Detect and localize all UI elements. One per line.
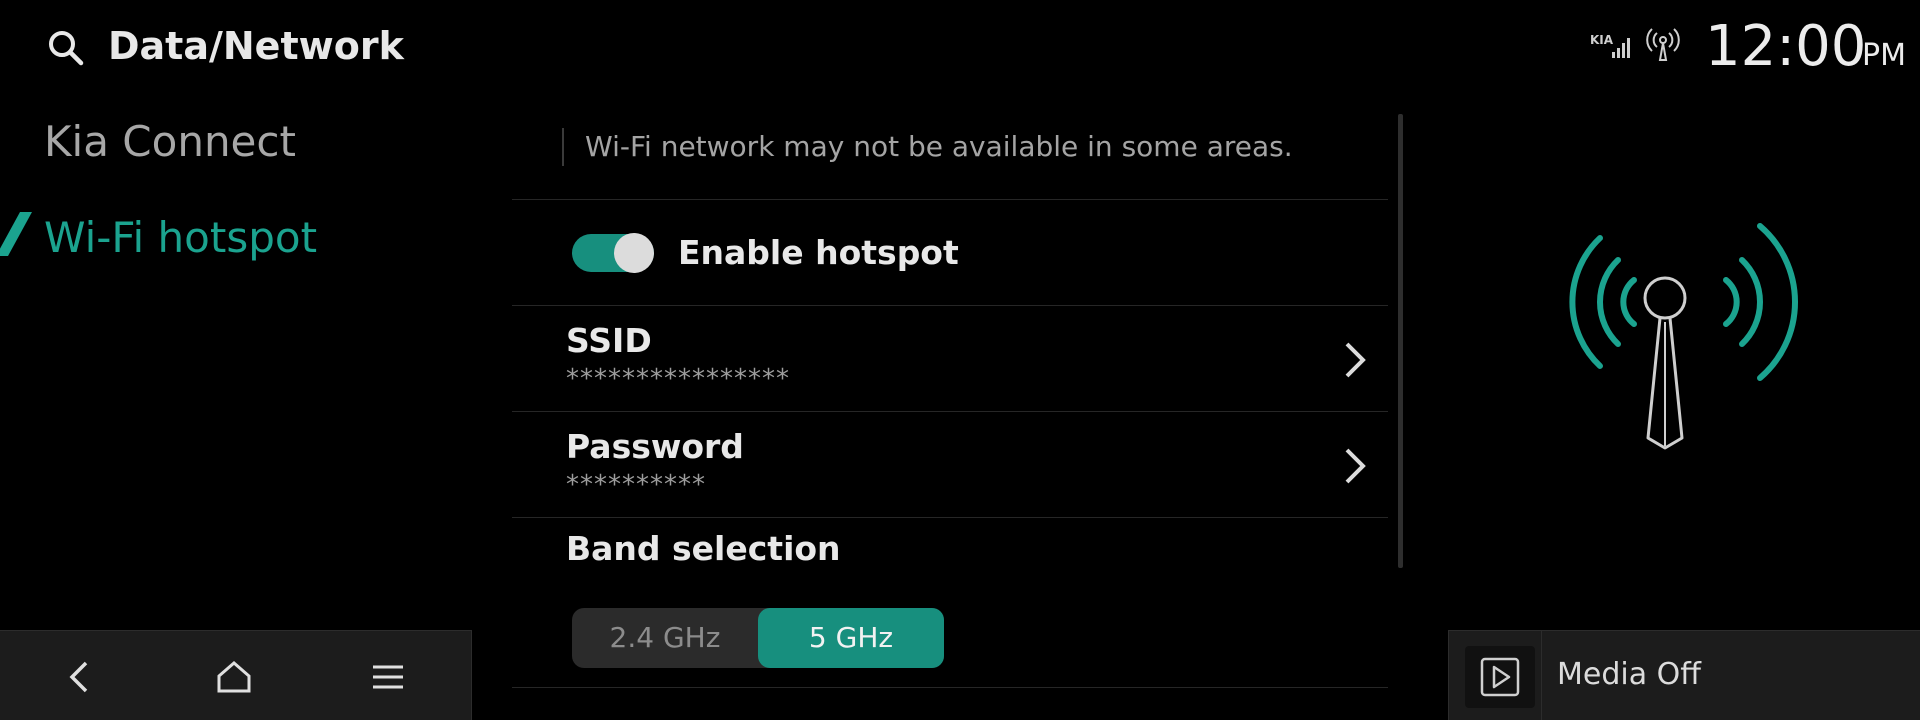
divider — [512, 199, 1388, 200]
kia-signal-icon: KIA — [1590, 33, 1630, 58]
media-widget[interactable]: Media Off — [1448, 630, 1920, 720]
hotspot-antenna-icon — [1569, 223, 1798, 450]
sidebar-item-kia-connect[interactable]: Kia Connect — [44, 116, 296, 168]
password-value: ********** — [566, 470, 706, 500]
back-icon — [69, 661, 88, 693]
band-option-5ghz[interactable]: 5 GHz — [758, 608, 944, 668]
band-selection-label: Band selection — [566, 529, 841, 568]
play-icon — [1480, 657, 1520, 697]
svg-text:KIA: KIA — [1590, 33, 1614, 47]
ssid-label: SSID — [566, 321, 652, 360]
hotspot-broadcast-icon — [1646, 28, 1680, 61]
clock-time: 12:00 — [1705, 14, 1867, 79]
password-label: Password — [566, 427, 744, 466]
page-title: Data/Network — [108, 24, 404, 68]
media-separator — [1541, 631, 1542, 720]
ssid-value: **************** — [566, 364, 790, 394]
divider — [512, 687, 1388, 688]
hotspot-toggle-label: Enable hotspot — [678, 233, 959, 272]
media-play-button[interactable] — [1465, 646, 1535, 708]
band-selector: 2.4 GHz 5 GHz — [572, 608, 944, 668]
selected-indicator — [0, 212, 32, 256]
band-option-2-4ghz[interactable]: 2.4 GHz — [572, 608, 758, 668]
back-button[interactable] — [56, 653, 104, 701]
clock-ampm: PM — [1862, 38, 1906, 73]
search-icon[interactable] — [46, 28, 86, 68]
media-status: Media Off — [1557, 657, 1701, 692]
password-row[interactable]: Password ********** — [512, 412, 1388, 517]
bottom-nav — [0, 630, 472, 720]
home-button[interactable] — [210, 653, 258, 701]
divider — [512, 517, 1388, 518]
menu-icon — [373, 665, 403, 689]
notice-marker — [562, 128, 564, 166]
chevron-right-icon — [1345, 342, 1366, 378]
chevron-right-icon — [1345, 448, 1366, 484]
home-icon — [217, 661, 251, 693]
ssid-row[interactable]: SSID **************** — [512, 306, 1388, 411]
notice-text: Wi-Fi network may not be available in so… — [585, 130, 1293, 163]
scrollbar[interactable] — [1398, 114, 1403, 568]
menu-button[interactable] — [364, 653, 412, 701]
sidebar-item-wifi-hotspot[interactable]: Wi-Fi hotspot — [44, 212, 317, 264]
status-icons: KIA — [1590, 28, 1684, 62]
hotspot-toggle[interactable] — [572, 233, 654, 273]
toggle-knob — [614, 233, 654, 273]
settings-list: Wi-Fi network may not be available in so… — [512, 114, 1388, 720]
